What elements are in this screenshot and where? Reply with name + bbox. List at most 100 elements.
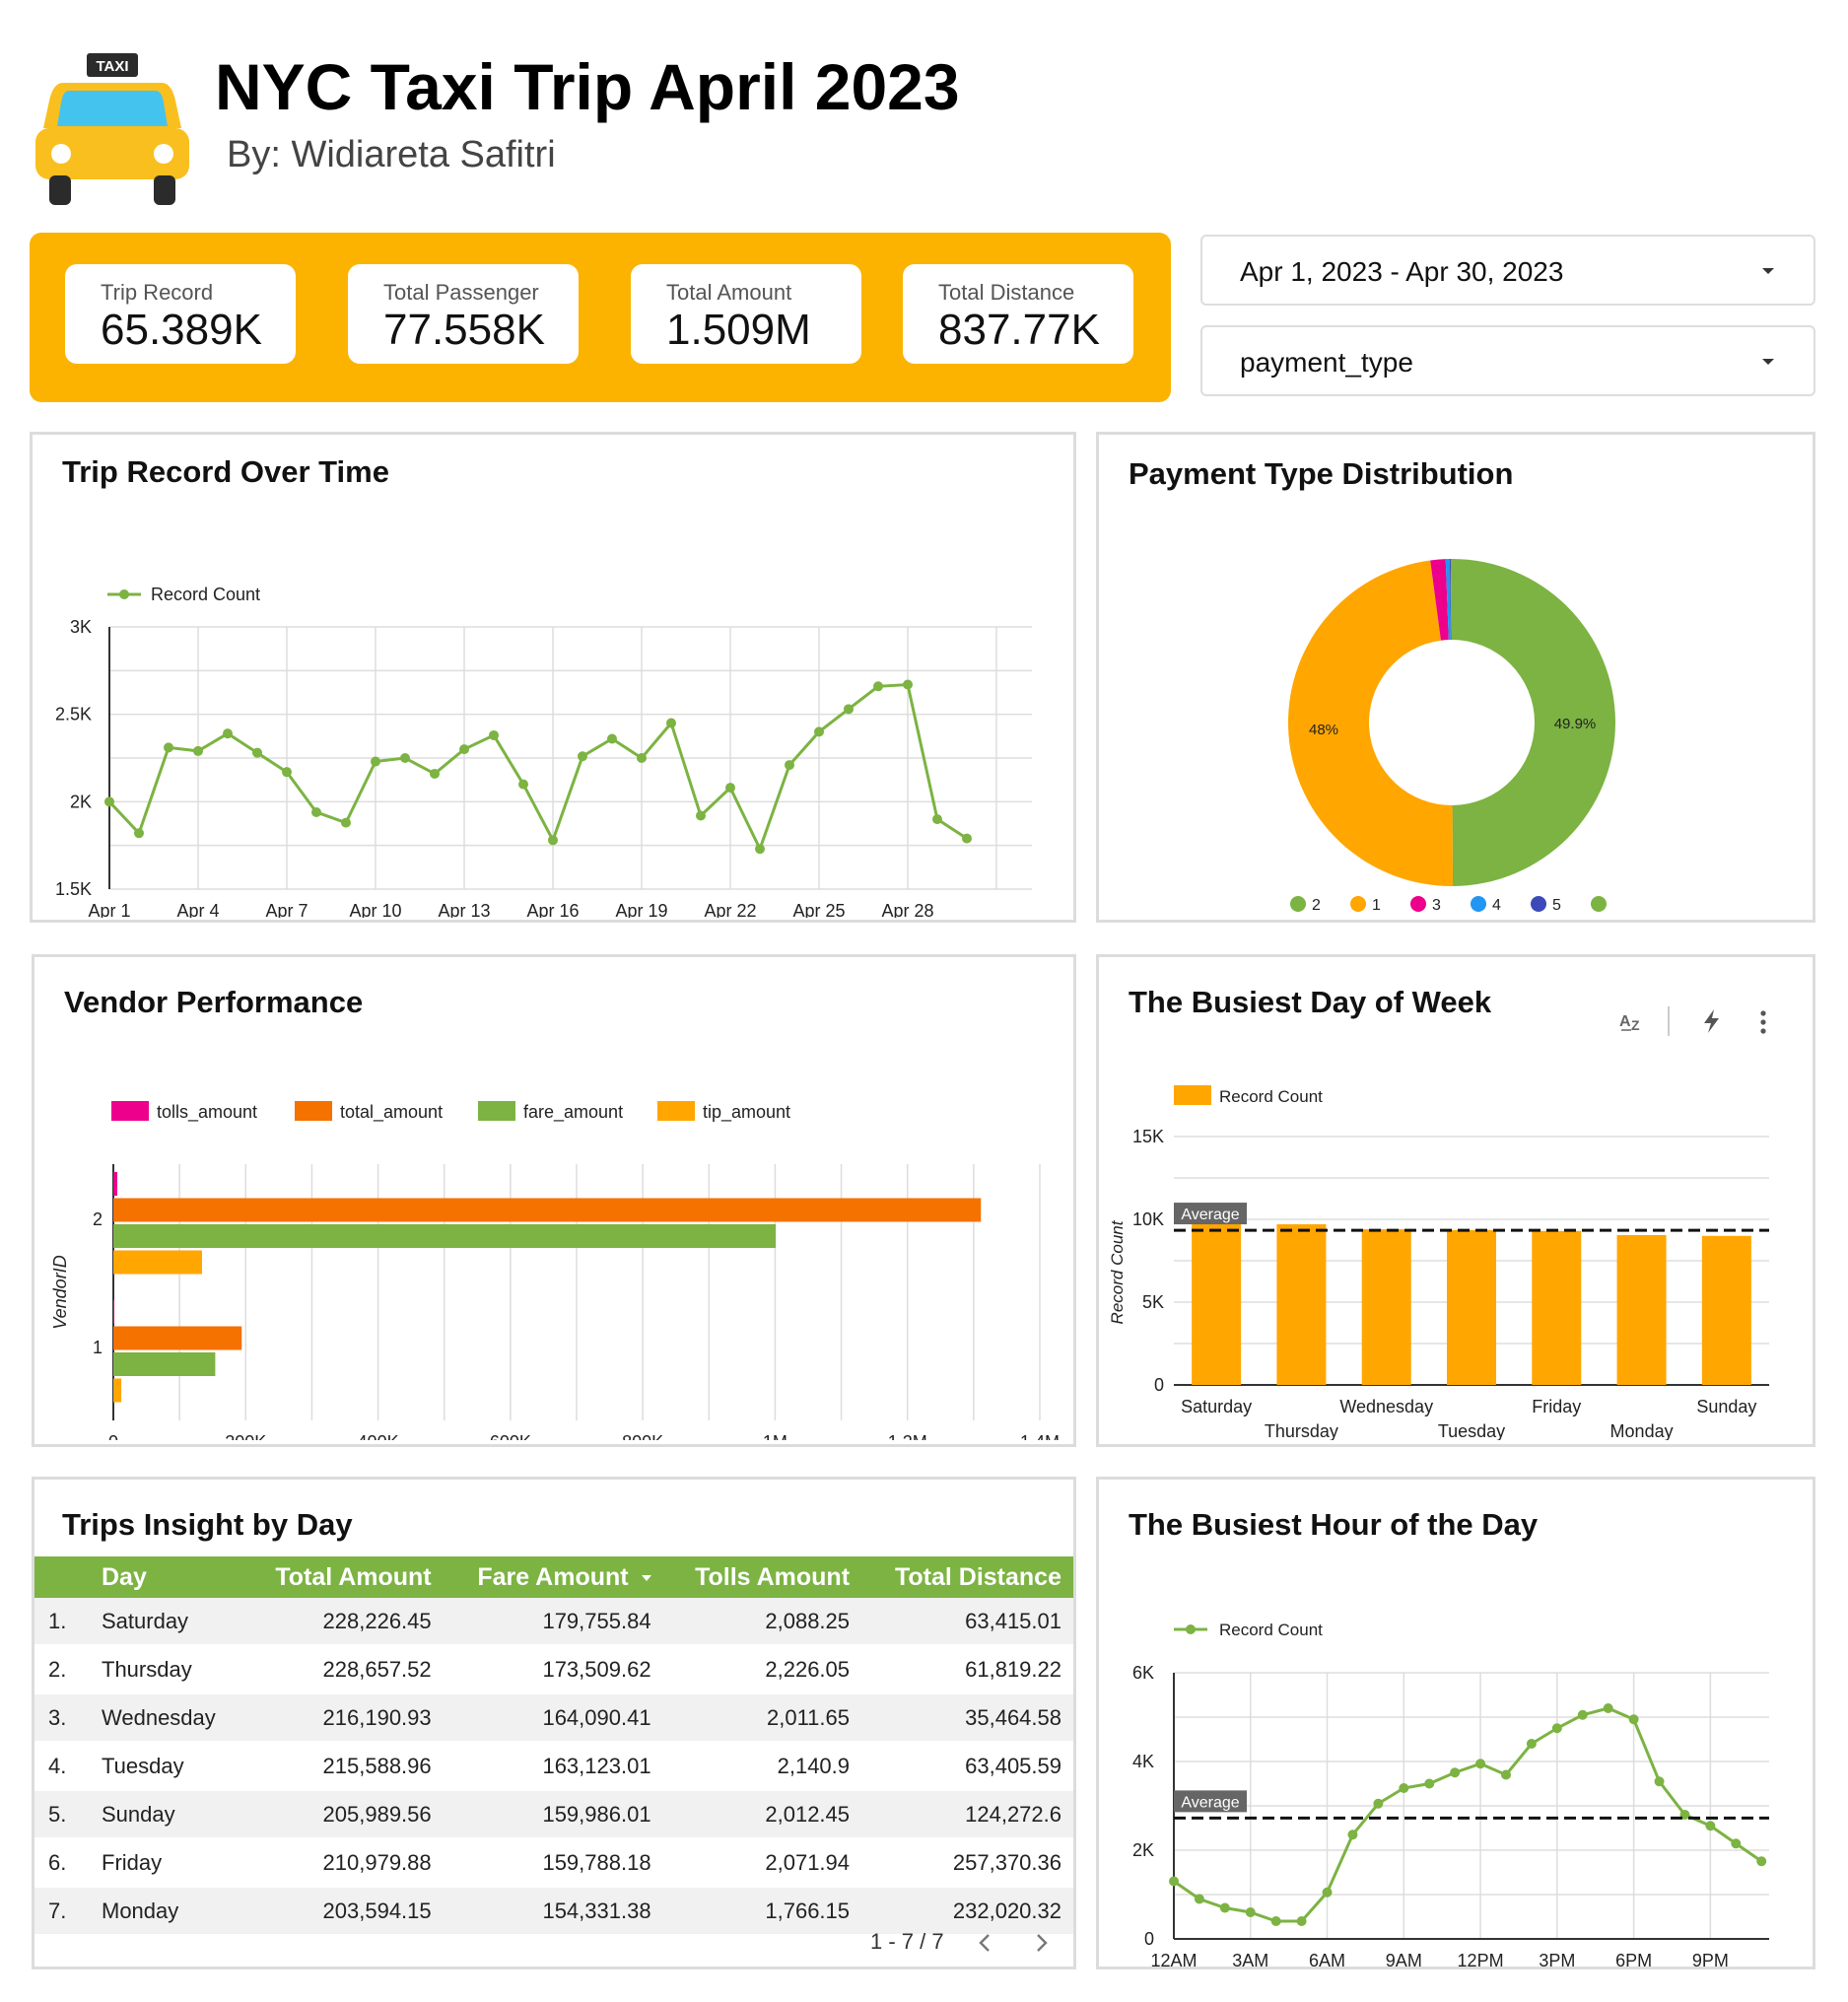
data-point: [1603, 1703, 1613, 1713]
panel-busiest-day-of-week: The Busiest Day of Week AZ 15K 10K 5K 0 Reco…: [1096, 954, 1815, 1447]
kpi-value: 77.558K: [383, 306, 545, 354]
table-row[interactable]: 6. Friday 210,979.88 159,788.18 2,071.94 257,…: [34, 1838, 1073, 1888]
trips-insight-table: Day Total Amount Fare Amount Tolls Amoun…: [34, 1556, 1073, 1936]
table-header-row: Day Total Amount Fare Amount Tolls Amoun…: [34, 1556, 1073, 1598]
chevron-left-icon[interactable]: [975, 1931, 994, 1955]
column-header-fare-amount[interactable]: Fare Amount: [443, 1556, 663, 1598]
x-tick-label: 3AM: [1232, 1951, 1268, 1968]
y-tick-label: 2: [93, 1209, 103, 1229]
table-row[interactable]: 2. Thursday 228,657.52 173,509.62 2,226.05 61…: [34, 1645, 1073, 1694]
x-tick-label: Apr 13: [438, 901, 490, 918]
cell-day: Thursday: [90, 1645, 243, 1694]
table-row[interactable]: 7. Monday 203,594.15 154,331.38 1,766.15 232,…: [34, 1887, 1073, 1936]
data-point: [725, 783, 735, 794]
payment-type-donut-chart: 49.9% 48% 2 1 3 4 5: [1288, 559, 1615, 914]
row-index: 6.: [34, 1838, 90, 1888]
bar: [1361, 1229, 1411, 1385]
data-point: [785, 760, 794, 771]
y-tick-label: 3K: [70, 617, 92, 637]
bar: [113, 1326, 242, 1350]
cell-total-amount: 205,989.56: [242, 1790, 444, 1839]
x-tick-label: Apr 1: [88, 901, 130, 918]
panel-busiest-hour-of-day: The Busiest Hour of the Day 6K 4K 2K 0 12AM 3…: [1096, 1477, 1815, 1969]
date-range-value: Apr 1, 2023 - Apr 30, 2023: [1240, 256, 1564, 287]
data-point: [430, 768, 440, 779]
cell-fare-amount: 163,123.01: [443, 1742, 663, 1791]
cell-total-distance: 63,405.59: [861, 1742, 1073, 1791]
legend-label: 2: [1312, 897, 1321, 914]
cell-fare-amount: 164,090.41: [443, 1693, 663, 1743]
cell-tolls-amount: 2,012.45: [662, 1790, 862, 1839]
cell-total-distance: 63,415.01: [861, 1598, 1073, 1646]
more-vert-icon[interactable]: [1757, 1008, 1769, 1036]
kpi-label: Total Passenger: [383, 280, 539, 305]
legend-marker: [119, 589, 129, 599]
column-header-tolls-amount[interactable]: Tolls Amount: [662, 1556, 862, 1598]
cell-total-amount: 228,226.45: [242, 1598, 444, 1646]
cell-day: Friday: [90, 1838, 243, 1888]
data-point: [637, 753, 647, 763]
legend-label: fare_amount: [523, 1102, 623, 1123]
column-header-day[interactable]: Day: [90, 1556, 243, 1598]
average-label: Average: [1181, 1794, 1239, 1811]
data-point: [696, 810, 706, 821]
series-line: [1173, 1706, 1763, 1923]
x-tick-label: 800K: [622, 1432, 663, 1440]
x-tick-label: 0: [108, 1432, 118, 1440]
cell-day: Tuesday: [90, 1742, 243, 1791]
x-tick-label: Apr 19: [615, 901, 667, 918]
data-point: [104, 796, 114, 807]
average-label: Average: [1181, 1207, 1239, 1223]
cell-total-distance: 232,020.32: [861, 1887, 1073, 1936]
chevron-right-icon[interactable]: [1032, 1931, 1052, 1955]
legend-swatch: [1174, 1085, 1211, 1105]
x-tick-label: 600K: [490, 1432, 531, 1440]
lightning-icon[interactable]: [1698, 1006, 1726, 1036]
column-header-total-amount[interactable]: Total Amount: [242, 1556, 444, 1598]
legend-label: Record Count: [151, 585, 260, 604]
data-point: [1705, 1821, 1716, 1831]
bar: [1701, 1235, 1751, 1385]
cell-fare-amount: 179,755.84: [443, 1598, 663, 1646]
kpi-card-total-amount: Total Amount 1.509M: [631, 264, 861, 364]
data-point: [371, 756, 380, 767]
cell-total-amount: 210,979.88: [242, 1838, 444, 1888]
y-tick-label: 0: [1144, 1929, 1154, 1949]
legend-label: 3: [1432, 897, 1441, 914]
legend-marker: [1410, 896, 1426, 912]
cell-total-amount: 216,190.93: [242, 1693, 444, 1743]
x-tick-label: Saturday: [1181, 1397, 1252, 1416]
cell-tolls-amount: 2,011.65: [662, 1693, 862, 1743]
trip-record-line-chart: 3K 2.5K 2K 1.5K Apr 1 Apr 4 Apr 7 Apr 10 Apr 13 A…: [55, 585, 1032, 918]
data-point: [873, 681, 883, 692]
pagination-label: 1 - 7 / 7: [870, 1929, 944, 1954]
dropdown-caret-icon: [1762, 359, 1774, 365]
table-row[interactable]: 4. Tuesday 215,588.96 163,123.01 2,140.9 63,4…: [34, 1742, 1073, 1791]
x-tick-label: 3PM: [1539, 1951, 1575, 1968]
table-row[interactable]: 5. Sunday 205,989.56 159,986.01 2,012.45 124,…: [34, 1790, 1073, 1839]
x-tick-label: 9AM: [1386, 1951, 1422, 1968]
data-point: [932, 814, 942, 825]
dropdown-caret-icon: [1762, 268, 1774, 274]
bar: [113, 1378, 122, 1403]
legend-label: total_amount: [340, 1102, 443, 1123]
row-index: 1.: [34, 1598, 90, 1646]
sort-az-icon[interactable]: AZ: [1617, 1006, 1647, 1036]
data-point: [1526, 1739, 1537, 1749]
legend-marker: [1186, 1624, 1196, 1634]
table-row[interactable]: 3. Wednesday 216,190.93 164,090.41 2,011.65 3…: [34, 1693, 1073, 1743]
data-point: [459, 744, 469, 755]
x-tick-label: Monday: [1610, 1421, 1674, 1440]
payment-type-filter[interactable]: payment_type: [1200, 325, 1815, 396]
data-point: [962, 833, 972, 844]
data-point: [1654, 1776, 1665, 1787]
data-point: [1270, 1916, 1281, 1926]
data-point: [903, 679, 913, 690]
table-row[interactable]: 1. Saturday 228,226.45 179,755.84 2,088.25 63…: [34, 1598, 1073, 1646]
date-range-picker[interactable]: Apr 1, 2023 - Apr 30, 2023: [1200, 235, 1815, 306]
legend-marker: [1350, 896, 1366, 912]
legend-label: Record Count: [1219, 1087, 1323, 1106]
cell-day: Sunday: [90, 1790, 243, 1839]
column-header-total-distance[interactable]: Total Distance: [861, 1556, 1073, 1598]
row-index: 2.: [34, 1645, 90, 1694]
